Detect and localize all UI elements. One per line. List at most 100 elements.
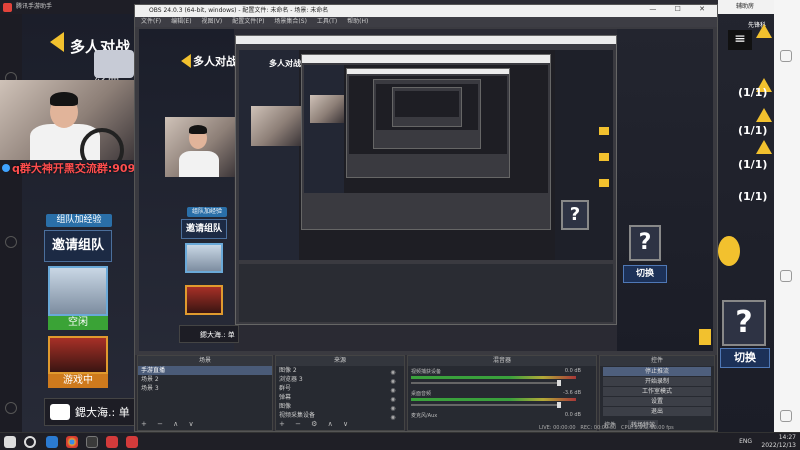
source-item[interactable]: 弹幕 bbox=[276, 393, 404, 402]
qq-icon bbox=[2, 164, 10, 172]
nested-obs-4 bbox=[373, 79, 481, 149]
back-arrow-icon[interactable] bbox=[50, 32, 64, 52]
search-icon[interactable] bbox=[24, 436, 36, 448]
nested-webcam-3 bbox=[310, 95, 344, 123]
source-item[interactable]: 浏览器 3 bbox=[276, 375, 404, 384]
warning-icon bbox=[756, 24, 772, 38]
obs-preview-canvas[interactable]: 多人对战 组队加经验 邀请组队 鍶大海.: 单 多人对战 ? ? 切换 bbox=[139, 29, 713, 351]
nested-obs-1: 多人对战 ? bbox=[235, 35, 617, 325]
nested-qmark: ? bbox=[561, 200, 589, 230]
switch-button[interactable]: 切换 bbox=[720, 348, 770, 368]
app-icon[interactable] bbox=[780, 50, 792, 62]
live-app-icon[interactable] bbox=[106, 436, 118, 448]
file-explorer-icon[interactable] bbox=[46, 436, 58, 448]
menu-edit[interactable]: 编辑(E) bbox=[171, 18, 191, 25]
scene-item[interactable]: 场景 2 bbox=[138, 375, 272, 384]
source-item[interactable]: 视频采集设备 bbox=[276, 411, 404, 420]
game-screen-left: 多人对战 经典 组队加经验 邀请组队 空闲 游戏中 鍶大海.: 单 bbox=[22, 14, 140, 432]
team-exp-label: 组队加经验 bbox=[46, 214, 112, 227]
nested-game-right bbox=[617, 29, 713, 351]
sources-dock: 来源 图像 2 浏览器 3 群号 弹幕 图像 视频采集设备 ◉ ◉ ◉ ◉ ◉ ◉ + −… bbox=[275, 355, 405, 431]
status-idle-badge: 空闲 bbox=[48, 316, 108, 330]
obs-title-bar: OBS 24.0.3 (64-bit, windows) - 配置文件: 未命名… bbox=[135, 5, 717, 17]
source-tools[interactable]: + − ⚙ ∧ ∨ bbox=[279, 420, 352, 428]
channel-db: 0.0 dB bbox=[564, 412, 581, 418]
progress-fraction: (1/1) bbox=[738, 158, 768, 171]
nested-back-icon bbox=[181, 54, 191, 68]
nested-webcam-2 bbox=[251, 106, 301, 146]
channel-db: 0.0 dB bbox=[564, 368, 581, 374]
livestream-app-window: 腾讯手游助手 多人对战 经典 组队加经验 邀请组队 空闲 游戏中 鍶大海.: 单 bbox=[0, 0, 181, 432]
trophy-icon[interactable] bbox=[5, 236, 17, 248]
nested-lobby-title-2: 多人对战 bbox=[269, 59, 301, 68]
window-controls[interactable]: — ☐ ✕ bbox=[649, 5, 713, 13]
controls-header: 控件 bbox=[600, 356, 714, 366]
game-app-icon[interactable] bbox=[126, 436, 138, 448]
visibility-eye-icon[interactable]: ◉ ◉ ◉ ◉ ◉ ◉ bbox=[386, 368, 400, 421]
invite-team-button[interactable]: 邀请组队 bbox=[44, 230, 112, 262]
volume-fader[interactable] bbox=[411, 402, 561, 408]
cat-mascot-icon bbox=[94, 50, 134, 78]
menu-view[interactable]: 视图(V) bbox=[201, 18, 222, 25]
app-icon[interactable] bbox=[780, 410, 792, 422]
webcam-overlay bbox=[0, 80, 138, 160]
app-icon[interactable] bbox=[780, 270, 792, 282]
menu-tools[interactable]: 工具(T) bbox=[317, 18, 337, 25]
mystery-card[interactable]: ? bbox=[722, 300, 766, 346]
headset-icon[interactable] bbox=[5, 402, 17, 414]
status-busy-badge: 游戏中 bbox=[48, 374, 108, 388]
clock-date: 2022/12/13 bbox=[761, 442, 796, 449]
channel-db: -3.6 dB bbox=[563, 390, 581, 396]
chrome-icon[interactable] bbox=[66, 436, 78, 448]
scenes-dock: 场景 手游直播 场景 2 场景 3 + − ∧ ∨ bbox=[137, 355, 273, 431]
mixer-channel: 桌面音频 -3.6 dB bbox=[411, 390, 581, 410]
mixer-header: 混音器 bbox=[408, 356, 596, 366]
menu-scene-collection[interactable]: 场景集合(S) bbox=[274, 18, 307, 25]
mixer-channel: 视频捕获设备 0.0 dB bbox=[411, 368, 581, 388]
scene-item[interactable]: 场景 3 bbox=[138, 384, 272, 393]
channel-name: 麦克风/Aux bbox=[411, 413, 438, 419]
mixer-dock: 混音器 视频捕获设备 0.0 dB 桌面音频 -3.6 dB 麦克风/Aux 0… bbox=[407, 355, 597, 431]
source-item[interactable]: 图像 2 bbox=[276, 366, 404, 375]
exit-button[interactable]: 退出 bbox=[603, 407, 711, 416]
scenes-header: 场景 bbox=[138, 356, 272, 366]
source-item[interactable]: 群号 bbox=[276, 384, 404, 393]
channel-name: 视频捕获设备 bbox=[411, 369, 442, 375]
obs-icon[interactable] bbox=[86, 436, 98, 448]
live-time: LIVE: 00:00:00 bbox=[539, 425, 576, 431]
right-icon-strip bbox=[774, 0, 800, 432]
nested-card-idle bbox=[185, 243, 223, 273]
chat-text: 鍶大海.: 单 bbox=[75, 406, 130, 419]
left-rail bbox=[0, 14, 22, 432]
nested-card-busy bbox=[185, 285, 223, 315]
nested-chat: 鍶大海.: 单 bbox=[179, 325, 239, 343]
menu-icon[interactable]: ≡ bbox=[728, 30, 752, 50]
nested-obs-2 bbox=[301, 54, 551, 230]
teammate-avatar-idle[interactable] bbox=[48, 266, 108, 316]
nested-webcam bbox=[165, 117, 237, 177]
chat-bubble-icon[interactable] bbox=[50, 404, 70, 420]
progress-fraction: (1/1) bbox=[738, 86, 768, 99]
nested-obs-5 bbox=[392, 87, 462, 127]
volume-fader[interactable] bbox=[411, 380, 561, 386]
rec-time: REC: 00:00:00 bbox=[580, 425, 617, 431]
stop-streaming-button[interactable]: 停止推流 bbox=[603, 367, 711, 376]
language-indicator[interactable]: ENG bbox=[739, 438, 752, 446]
warning-icon bbox=[756, 140, 772, 154]
teammate-avatar-busy[interactable] bbox=[48, 336, 108, 374]
scene-item[interactable]: 手游直播 bbox=[138, 366, 272, 375]
menu-profile[interactable]: 配置文件(P) bbox=[232, 18, 264, 25]
studio-mode-button[interactable]: 工作室模式 bbox=[603, 387, 711, 396]
desktop: 腾讯手游助手 多人对战 经典 组队加经验 邀请组队 空闲 游戏中 鍶大海.: 单 bbox=[0, 0, 800, 450]
source-item[interactable]: 图像 bbox=[276, 402, 404, 411]
scene-tools[interactable]: + − ∧ ∨ bbox=[141, 420, 198, 428]
menu-help[interactable]: 帮助(H) bbox=[347, 18, 368, 25]
menu-file[interactable]: 文件(F) bbox=[141, 18, 161, 25]
game-screen-right: 辅助房 先锋科 ≡ (1/1) (1/1) (1/1) (1/1) ? 切换 bbox=[718, 0, 800, 432]
settings-button[interactable]: 设置 bbox=[603, 397, 711, 406]
windows-start-icon[interactable] bbox=[4, 436, 16, 448]
volume-meter bbox=[411, 376, 576, 379]
start-recording-button[interactable]: 开始录制 bbox=[603, 377, 711, 386]
system-tray[interactable]: ENG 14:27 2022/12/13 bbox=[739, 434, 796, 450]
obs-menu-bar: 文件(F) 编辑(E) 视图(V) 配置文件(P) 场景集合(S) 工具(T) … bbox=[135, 17, 717, 27]
